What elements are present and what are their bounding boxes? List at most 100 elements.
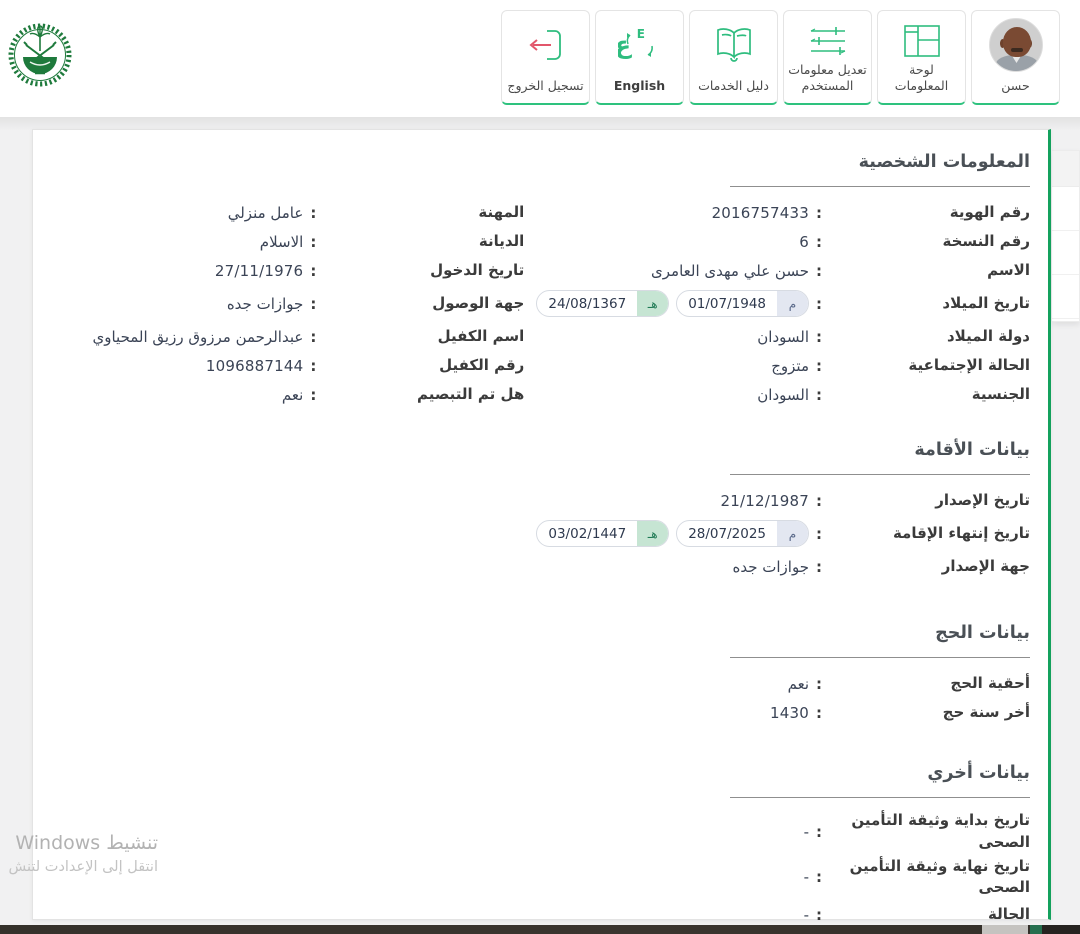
clipped-panel-row <box>1052 187 1079 231</box>
top-header: حسن لوحة المعلومات <box>0 0 1080 117</box>
resident-info-card: المعلومات الشخصية رقم الهوية2016757433 ر… <box>32 129 1051 920</box>
user-avatar <box>989 21 1043 69</box>
field-value: 1430 <box>770 704 809 722</box>
colon <box>310 233 316 251</box>
nav-card-services-guide[interactable]: دليل الخدمات <box>689 10 778 105</box>
field-label: جهة الوصول <box>318 293 524 315</box>
taskbar-dark-segment <box>1042 925 1080 934</box>
field-label: رقم الكفيل <box>318 355 524 377</box>
gregorian-date: 28/07/2025 <box>677 526 777 542</box>
colon <box>310 357 316 375</box>
svg-text:ع: ع <box>618 31 633 59</box>
field-label: تاريخ نهاية وثيقة التأمين الصحى <box>824 856 1030 900</box>
field-value: متزوج <box>771 357 809 375</box>
logout-arrow-icon <box>525 26 567 64</box>
nav-card-language[interactable]: ع E English <box>595 10 684 105</box>
colon <box>816 675 822 693</box>
header-nav: حسن لوحة المعلومات <box>501 10 1060 105</box>
ministry-emblem-icon <box>8 10 72 96</box>
info-row: الحالة الإجتماعيةمتزوج <box>524 351 1030 380</box>
moi-logo <box>8 10 72 96</box>
gregorian-date: 01/07/1948 <box>677 296 777 312</box>
colon <box>310 386 316 404</box>
bottom-taskbar-edge <box>0 925 1080 934</box>
section-title: المعلومات الشخصية <box>53 152 1030 172</box>
colon <box>816 525 822 543</box>
info-row: رقم الكفيل1096887144 <box>53 351 524 380</box>
field-label: أخر سنة حج <box>824 702 1030 724</box>
nav-card-user[interactable]: حسن <box>971 10 1060 105</box>
colon <box>310 262 316 280</box>
hijri-date: 24/08/1367 <box>537 296 637 312</box>
field-label: رقم النسخة <box>824 231 1030 253</box>
colon <box>816 295 822 313</box>
colon <box>816 823 822 841</box>
field-value: جوازات جده <box>227 295 304 313</box>
info-row: اسم الكفيلعبدالرحمن مرزوق رزيق المحياوي <box>53 322 524 351</box>
field-label: الاسم <box>824 260 1030 282</box>
personal-left-column: المهنةعامل منزلي الديانةالاسلام تاريخ ال… <box>53 198 524 409</box>
colon <box>816 704 822 722</box>
field-value: جوازات جده <box>733 558 810 576</box>
field-value: 2016757433 <box>712 204 809 222</box>
field-value: - <box>804 868 809 886</box>
sliders-icon <box>807 24 849 58</box>
info-row: دولة الميلاد السودان <box>524 322 1030 351</box>
colon <box>816 357 822 375</box>
field-label: الجنسية <box>824 384 1030 406</box>
section-residence: بيانات الأقامة تاريخ الإصدار21/12/1987 ت… <box>53 440 1030 581</box>
edit-user-info-label: تعديل معلومات المستخدم <box>787 62 868 95</box>
clipped-side-panel <box>1052 150 1080 322</box>
taskbar-green-segment <box>1030 925 1042 934</box>
info-row: أخر سنة حج 1430 <box>53 698 1030 727</box>
language-label: English <box>614 78 665 94</box>
open-book-icon <box>713 26 755 64</box>
field-value: حسن علي مهدى العامرى <box>651 262 809 280</box>
colon <box>816 492 822 510</box>
nav-card-edit-user-info[interactable]: تعديل معلومات المستخدم <box>783 10 872 105</box>
info-row: المهنةعامل منزلي <box>53 198 524 227</box>
field-label: تاريخ إنتهاء الإقامة <box>824 523 1030 545</box>
field-value: السودان <box>757 386 809 404</box>
colon <box>816 906 822 924</box>
user-name-label: حسن <box>1001 78 1029 94</box>
gregorian-date-pill: م 01/07/1948 <box>676 290 809 317</box>
colon <box>310 328 316 346</box>
field-label: دولة الميلاد <box>824 326 1030 348</box>
info-row: الاسم حسن علي مهدى العامرى <box>524 256 1030 285</box>
info-row: تاريخ بداية وثيقة التأمين الصحى- <box>53 809 1030 855</box>
field-value: عامل منزلي <box>228 204 304 222</box>
section-title: بيانات الأقامة <box>53 440 1030 460</box>
field-label: تاريخ الدخول <box>318 260 524 282</box>
info-row: تاريخ الدخول 27/11/1976 <box>53 256 524 285</box>
field-value: عبدالرحمن مرزوق رزيق المحياوي <box>92 328 303 346</box>
colon <box>816 386 822 404</box>
hijri-date: 03/02/1447 <box>537 526 637 542</box>
colon <box>816 262 822 280</box>
svg-text:E: E <box>636 27 644 41</box>
logout-label: تسجيل الخروج <box>507 78 583 94</box>
field-label: جهة الإصدار <box>824 556 1030 578</box>
clipped-panel-row <box>1052 231 1079 275</box>
info-row: جهة الإصدار جوازات جده <box>53 552 1030 581</box>
info-row: تاريخ الإصدار21/12/1987 <box>53 486 1030 515</box>
colon <box>310 204 316 222</box>
nav-card-logout[interactable]: تسجيل الخروج <box>501 10 590 105</box>
gregorian-marker: م <box>777 291 808 316</box>
info-row: تاريخ نهاية وثيقة التأمين الصحى- <box>53 855 1030 901</box>
colon <box>816 868 822 886</box>
gregorian-date-pill: م 28/07/2025 <box>676 520 809 547</box>
nav-card-dashboard[interactable]: لوحة المعلومات <box>877 10 966 105</box>
gregorian-marker: م <box>777 521 808 546</box>
field-label: تاريخ الميلاد <box>824 293 1030 315</box>
title-underline <box>730 797 1030 798</box>
section-hajj: بيانات الحج أحقية الحجنعم أخر سنة حج1430 <box>53 623 1030 727</box>
info-row: رقم النسخة6 <box>524 227 1030 256</box>
field-value: 27/11/1976 <box>215 262 303 280</box>
field-value: السودان <box>757 328 809 346</box>
avatar <box>989 18 1043 72</box>
section-personal-info: المعلومات الشخصية رقم الهوية2016757433 ر… <box>53 152 1030 409</box>
colon <box>816 328 822 346</box>
info-row: جهة الوصول جوازات جده <box>53 285 524 322</box>
section-title: بيانات الحج <box>53 623 1030 643</box>
